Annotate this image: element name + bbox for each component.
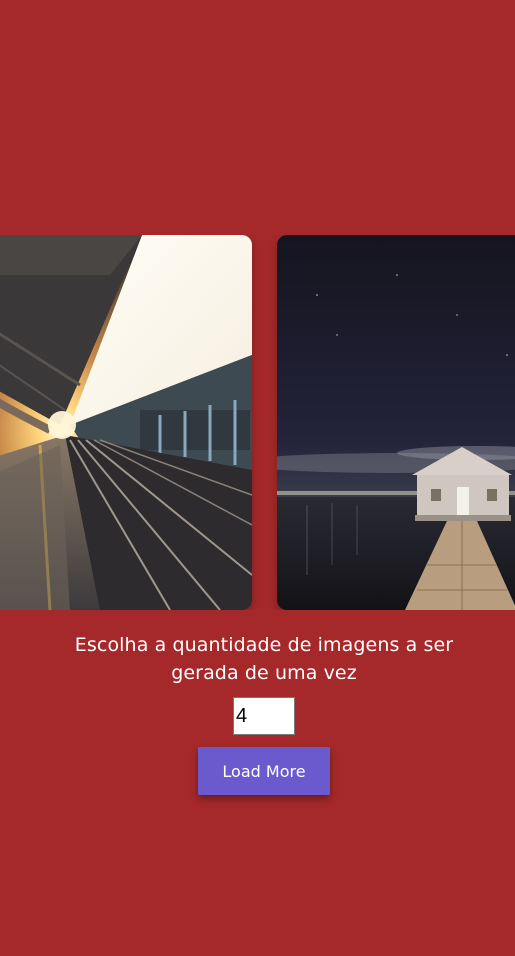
quantity-input[interactable] (233, 697, 295, 735)
quantity-prompt-text: Escolha a quantidade de imagens a ser ge… (74, 634, 454, 684)
page: Escolha a quantidade de imagens a ser ge… (0, 0, 515, 956)
boathouse-image (277, 235, 515, 610)
gallery-image-boathouse[interactable] (277, 235, 515, 610)
image-gallery (0, 235, 515, 610)
load-more-button[interactable]: Load More (198, 747, 330, 795)
gallery-image-train-station[interactable] (0, 235, 252, 610)
train-station-image (0, 235, 252, 610)
